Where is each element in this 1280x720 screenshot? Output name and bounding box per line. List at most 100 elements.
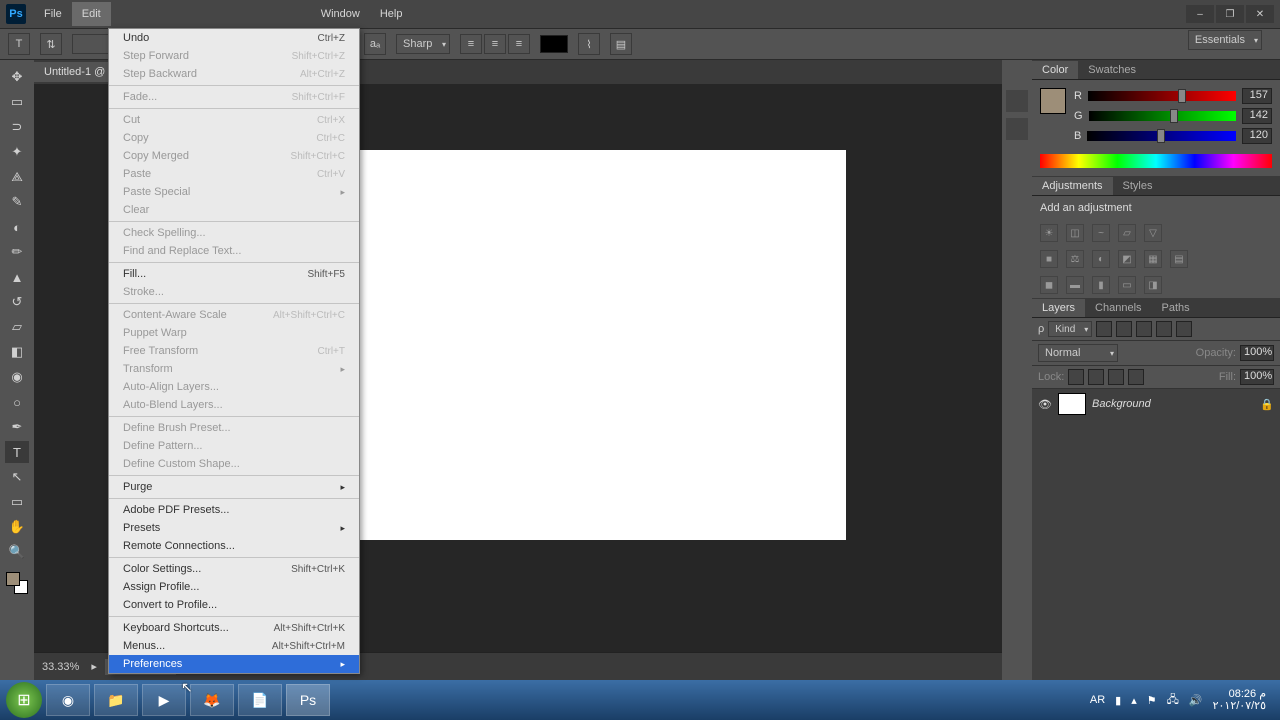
rectangle-tool[interactable]: ▭: [5, 491, 29, 513]
color-swatches[interactable]: [6, 572, 28, 594]
gradmap-icon[interactable]: ▭: [1118, 276, 1136, 294]
g-slider[interactable]: [1089, 111, 1236, 121]
fill-value[interactable]: 100%: [1240, 369, 1274, 385]
curves-icon[interactable]: ~: [1092, 224, 1110, 242]
tray-lang[interactable]: AR: [1090, 694, 1105, 706]
tab-channels[interactable]: Channels: [1085, 299, 1151, 317]
brush-tool[interactable]: ✏: [5, 241, 29, 263]
menu-item-keyboard-shortcuts-[interactable]: Keyboard Shortcuts...Alt+Shift+Ctrl+K: [109, 619, 359, 637]
history-panel-icon[interactable]: [1006, 90, 1028, 112]
filter-smart-icon[interactable]: [1176, 321, 1192, 337]
document-tab[interactable]: Untitled-1 @: [34, 62, 116, 82]
layer-row-background[interactable]: 👁 Background 🔒: [1032, 389, 1280, 419]
menu-hidden[interactable]: [111, 2, 151, 26]
menu-item-color-settings-[interactable]: Color Settings...Shift+Ctrl+K: [109, 560, 359, 578]
taskbar-firefox[interactable]: 🦊: [190, 684, 234, 716]
tab-layers[interactable]: Layers: [1032, 299, 1085, 317]
text-color-swatch[interactable]: [540, 35, 568, 53]
tray-action-icon[interactable]: ⚑: [1147, 694, 1157, 707]
filter-shape-icon[interactable]: [1156, 321, 1172, 337]
path-selection-tool[interactable]: ↖: [5, 466, 29, 488]
menu-file[interactable]: File: [34, 2, 72, 26]
history-brush-tool[interactable]: ↺: [5, 291, 29, 313]
start-button[interactable]: ⊞: [6, 682, 42, 718]
close-button[interactable]: ✕: [1246, 5, 1274, 23]
move-tool[interactable]: ✥: [5, 66, 29, 88]
menu-window[interactable]: Window: [311, 2, 370, 26]
menu-hidden[interactable]: [191, 2, 231, 26]
threshold-icon[interactable]: ▮: [1092, 276, 1110, 294]
menu-item-remote-connections-[interactable]: Remote Connections...: [109, 537, 359, 555]
r-slider[interactable]: [1088, 91, 1236, 101]
tab-paths[interactable]: Paths: [1152, 299, 1200, 317]
tab-swatches[interactable]: Swatches: [1078, 61, 1146, 79]
tab-adjustments[interactable]: Adjustments: [1032, 177, 1113, 195]
dodge-tool[interactable]: ○: [5, 391, 29, 413]
menu-item-adobe-pdf-presets-[interactable]: Adobe PDF Presets...: [109, 501, 359, 519]
selcolor-icon[interactable]: ◨: [1144, 276, 1162, 294]
properties-panel-icon[interactable]: [1006, 118, 1028, 140]
invert-icon[interactable]: ◼: [1040, 276, 1058, 294]
eraser-tool[interactable]: ▱: [5, 316, 29, 338]
pen-tool[interactable]: ✒: [5, 416, 29, 438]
menu-help[interactable]: Help: [370, 2, 413, 26]
workspace-switcher[interactable]: Essentials: [1188, 30, 1262, 50]
b-value[interactable]: 120: [1242, 128, 1272, 144]
tray-chevron-icon[interactable]: ▴: [1131, 694, 1137, 707]
colorlookup-icon[interactable]: ▤: [1170, 250, 1188, 268]
hue-icon[interactable]: ■: [1040, 250, 1058, 268]
lock-pixels-icon[interactable]: [1088, 369, 1104, 385]
layer-thumbnail[interactable]: [1058, 393, 1086, 415]
b-slider[interactable]: [1087, 131, 1236, 141]
type-tool[interactable]: T: [5, 441, 29, 463]
filter-adjust-icon[interactable]: [1116, 321, 1132, 337]
taskbar-explorer[interactable]: 📁: [94, 684, 138, 716]
filter-kind-dropdown[interactable]: Kind: [1048, 321, 1092, 337]
eyedropper-tool[interactable]: ✎: [5, 191, 29, 213]
menu-item-convert-to-profile-[interactable]: Convert to Profile...: [109, 596, 359, 614]
r-value[interactable]: 157: [1242, 88, 1272, 104]
spectrum-bar[interactable]: [1040, 154, 1272, 168]
levels-icon[interactable]: ◫: [1066, 224, 1084, 242]
g-value[interactable]: 142: [1242, 108, 1272, 124]
stamp-tool[interactable]: ▲: [5, 266, 29, 288]
tray-network-icon[interactable]: 🖧: [1167, 691, 1179, 710]
healing-brush-tool[interactable]: ◐: [5, 216, 29, 238]
tab-color[interactable]: Color: [1032, 61, 1078, 79]
brightness-icon[interactable]: ☀: [1040, 224, 1058, 242]
bw-icon[interactable]: ◐: [1092, 250, 1110, 268]
marquee-tool[interactable]: ▭: [5, 91, 29, 113]
lock-all-icon[interactable]: [1128, 369, 1144, 385]
menu-hidden[interactable]: [271, 2, 311, 26]
opacity-value[interactable]: 100%: [1240, 345, 1274, 361]
antialias-dropdown[interactable]: Sharp: [396, 34, 450, 54]
visibility-icon[interactable]: 👁: [1038, 398, 1052, 411]
foreground-swatch[interactable]: [1040, 88, 1066, 114]
menu-item-menus-[interactable]: Menus...Alt+Shift+Ctrl+M: [109, 637, 359, 655]
tray-volume-icon[interactable]: 🔊: [1189, 694, 1203, 707]
menu-item-assign-profile-[interactable]: Assign Profile...: [109, 578, 359, 596]
taskbar-photoshop[interactable]: Ps: [286, 684, 330, 716]
exposure-icon[interactable]: ▱: [1118, 224, 1136, 242]
menu-item-fill-[interactable]: Fill...Shift+F5: [109, 265, 359, 283]
zoom-level[interactable]: 33.33%: [42, 661, 79, 673]
menu-item-presets[interactable]: Presets: [109, 519, 359, 537]
photofilter-icon[interactable]: ◩: [1118, 250, 1136, 268]
lock-position-icon[interactable]: [1108, 369, 1124, 385]
zoom-tool[interactable]: 🔍: [5, 541, 29, 563]
taskbar-media[interactable]: ▶: [142, 684, 186, 716]
doc-info-icon[interactable]: ▸: [91, 660, 97, 673]
menu-item-undo[interactable]: UndoCtrl+Z: [109, 29, 359, 47]
layer-name[interactable]: Background: [1092, 398, 1151, 410]
menu-hidden[interactable]: [151, 2, 191, 26]
blur-tool[interactable]: ◉: [5, 366, 29, 388]
menu-hidden[interactable]: [231, 2, 271, 26]
minimize-button[interactable]: –: [1186, 5, 1214, 23]
align-left-button[interactable]: ≡: [460, 34, 482, 54]
toggle-orientation-button[interactable]: ⇅: [40, 33, 62, 55]
crop-tool[interactable]: ⟁: [5, 166, 29, 188]
hand-tool[interactable]: ✋: [5, 516, 29, 538]
posterize-icon[interactable]: ▬: [1066, 276, 1084, 294]
maximize-button[interactable]: ❐: [1216, 5, 1244, 23]
magic-wand-tool[interactable]: ✦: [5, 141, 29, 163]
